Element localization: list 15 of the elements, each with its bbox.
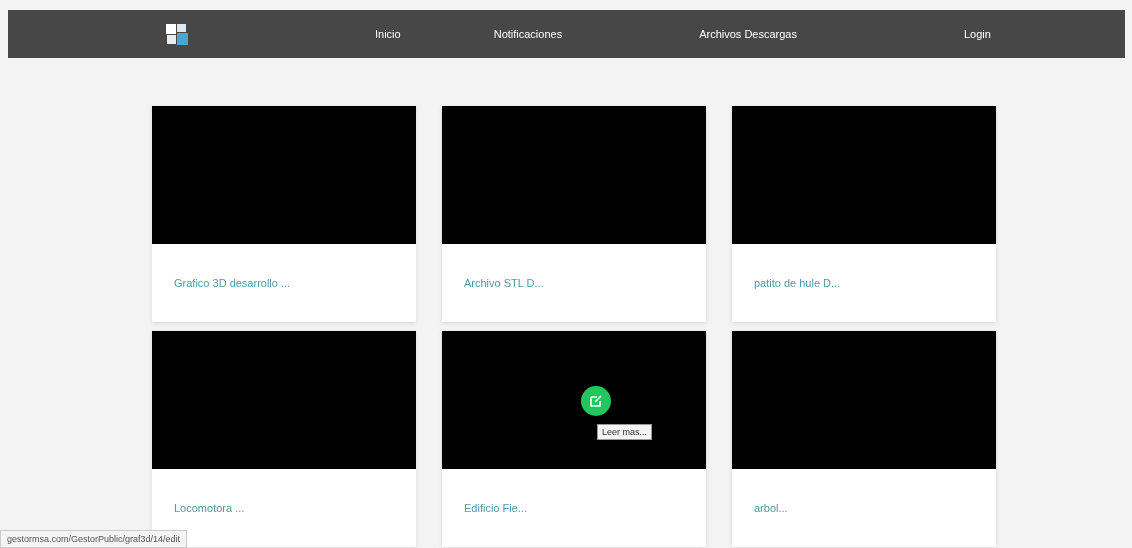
edit-icon (589, 394, 603, 408)
card-title[interactable]: Archivo STL D... (464, 277, 544, 289)
logo-icon[interactable] (164, 21, 190, 47)
card-title[interactable]: patito de hule D... (754, 277, 841, 289)
nav-link[interactable]: Inicio (375, 28, 401, 40)
card-title[interactable]: arbol... (754, 502, 788, 514)
nav-link[interactable]: Notificaciones (493, 28, 563, 40)
card-title[interactable]: Grafico 3D desarrollo ... (174, 277, 291, 289)
edit-button[interactable] (581, 386, 611, 416)
nav-link[interactable]: Archivos Descargas (699, 28, 797, 40)
nav-link[interactable]: Login (964, 28, 991, 40)
status-url: gestormsa.com/GestorPublic/graf3d/14/edit (0, 530, 188, 548)
card-title[interactable]: Edificio Fie... (464, 502, 527, 514)
card-title[interactable]: Locomotora ... (174, 502, 245, 514)
tooltip: Leer mas... (597, 424, 653, 440)
